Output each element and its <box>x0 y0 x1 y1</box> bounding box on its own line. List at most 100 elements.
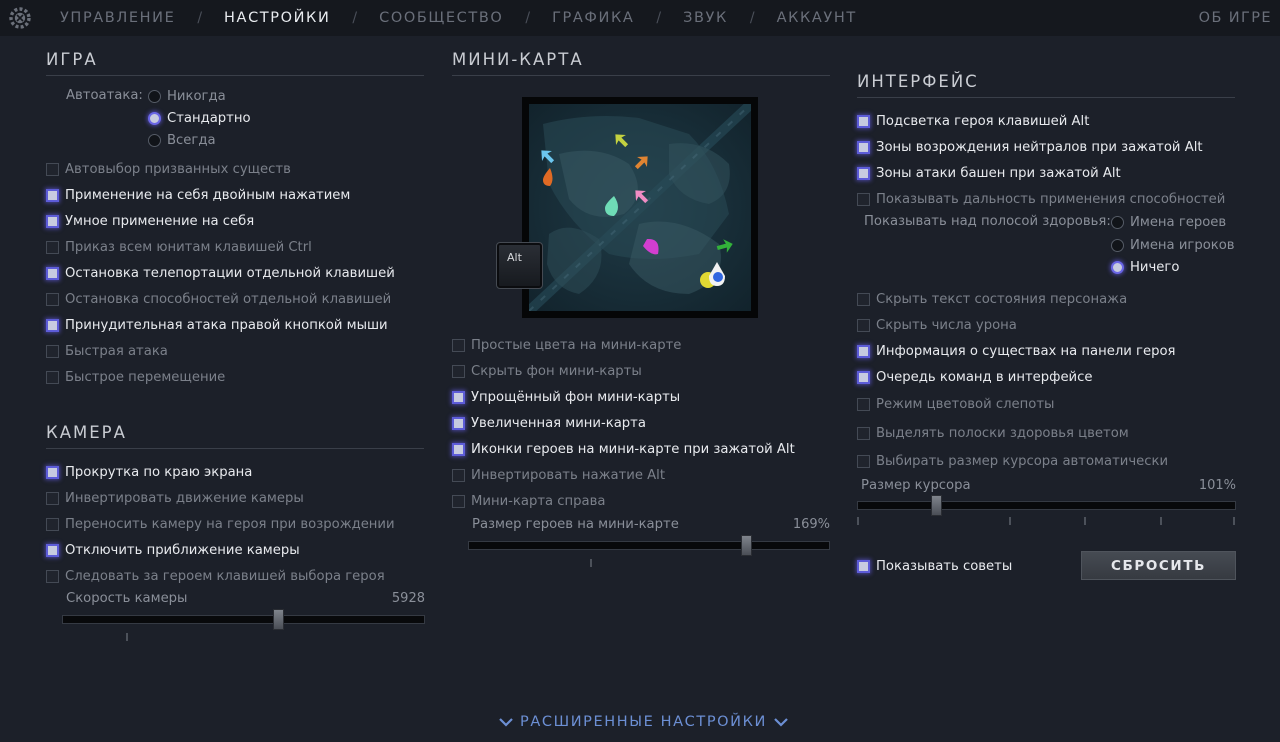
autoattack-option-always[interactable]: Всегда <box>148 131 216 149</box>
checkbox[interactable] <box>857 370 870 384</box>
tab-settings[interactable]: НАСТРОЙКИ <box>224 10 330 26</box>
checkbox-quick-attack[interactable]: Быстрая атака <box>46 341 168 361</box>
checkbox[interactable] <box>857 426 870 440</box>
slider-thumb[interactable] <box>273 609 284 630</box>
advanced-settings-toggle[interactable]: РАСШИРЕННЫЕ НАСТРОЙКИ <box>492 711 795 733</box>
checkbox-edge-pan[interactable]: Прокрутка по краю экрана <box>46 462 252 482</box>
checkbox-right-click-force-attack[interactable]: Принудительная атака правой кнопкой мыши <box>46 315 388 335</box>
checkbox[interactable] <box>46 465 59 479</box>
checkbox[interactable] <box>46 240 59 254</box>
checkbox-hide-damage-numbers[interactable]: Скрыть числа урона <box>857 315 1017 335</box>
checkbox-colored-health-bars[interactable]: Выделять полоски здоровья цветом <box>857 423 1129 443</box>
tab-controls[interactable]: УПРАВЛЕНИЕ <box>60 10 175 26</box>
checkbox[interactable] <box>46 266 59 280</box>
checkbox[interactable] <box>46 344 59 358</box>
hero-arrow-icon <box>615 134 629 148</box>
camera-speed-value: 5928 <box>391 591 425 606</box>
about-game-link[interactable]: ОБ ИГРЕ <box>1199 10 1272 26</box>
tab-separator: / <box>197 10 203 26</box>
checkbox[interactable] <box>452 494 465 508</box>
checkbox-channel-stop-key[interactable]: Остановка способностей отдельной клавише… <box>46 289 391 309</box>
checkbox[interactable] <box>857 344 870 358</box>
checkbox-extra-large-minimap[interactable]: Увеличенная мини-карта <box>452 413 646 433</box>
cursor-size-slider[interactable] <box>857 495 1236 516</box>
checkbox[interactable] <box>46 292 59 306</box>
checkbox[interactable] <box>452 416 465 430</box>
minimap-preview <box>522 97 758 318</box>
radio-button[interactable] <box>148 133 161 147</box>
dota-logo-icon[interactable] <box>8 6 32 30</box>
camera-speed-slider[interactable] <box>62 609 425 630</box>
checkbox[interactable] <box>857 318 870 332</box>
checkbox[interactable] <box>452 390 465 404</box>
reset-button[interactable]: СБРОСИТЬ <box>1081 551 1236 580</box>
radio-button[interactable] <box>148 89 161 103</box>
checkbox-tower-range-alt[interactable]: Зоны атаки башен при зажатой Alt <box>857 163 1121 183</box>
checkbox-simple-minimap-colors[interactable]: Простые цвета на мини-карте <box>452 335 681 355</box>
slider-thumb[interactable] <box>931 495 942 516</box>
checkbox[interactable] <box>46 188 59 202</box>
checkbox[interactable] <box>857 454 870 468</box>
checkbox-hero-highlight-alt[interactable]: Подсветка героя клавишей Alt <box>857 111 1089 131</box>
healthbar-option-nothing[interactable]: Ничего <box>1111 258 1179 276</box>
checkbox-neutral-spawn-boxes[interactable]: Зоны возрождения нейтралов при зажатой A… <box>857 137 1203 157</box>
checkbox-smart-self-cast[interactable]: Умное применение на себя <box>46 211 254 231</box>
tab-account[interactable]: АККАУНТ <box>777 10 857 26</box>
checkbox[interactable] <box>46 543 59 557</box>
checkbox-quick-move[interactable]: Быстрое перемещение <box>46 367 225 387</box>
checkbox[interactable] <box>857 292 870 306</box>
healthbar-option-player-names[interactable]: Имена игроков <box>1111 236 1235 254</box>
checkbox-auto-cursor-size[interactable]: Выбирать размер курсора автоматически <box>857 451 1168 471</box>
checkbox[interactable] <box>452 338 465 352</box>
checkbox[interactable] <box>452 364 465 378</box>
radio-button[interactable] <box>1111 238 1124 252</box>
autoattack-option-standard[interactable]: Стандартно <box>148 109 251 127</box>
checkbox-invert-alt[interactable]: Инвертировать нажатие Alt <box>452 465 665 485</box>
game-section-title: ИГРА <box>46 50 424 76</box>
checkbox-double-tap-self-cast[interactable]: Применение на себя двойным нажатием <box>46 185 350 205</box>
checkbox[interactable] <box>46 517 59 531</box>
checkbox[interactable] <box>857 140 870 154</box>
checkbox[interactable] <box>452 468 465 482</box>
checkbox-show-tips[interactable]: Показывать советы <box>857 556 1012 576</box>
checkbox[interactable] <box>46 370 59 384</box>
checkbox[interactable] <box>857 166 870 180</box>
radio-button[interactable] <box>1111 215 1124 229</box>
checkbox-camera-on-respawn[interactable]: Переносить камеру на героя при возрожден… <box>46 514 395 534</box>
checkbox[interactable] <box>46 214 59 228</box>
slider-thumb[interactable] <box>741 535 752 556</box>
tab-community[interactable]: СООБЩЕСТВО <box>379 10 503 26</box>
checkbox-minimap-hero-icons-alt[interactable]: Иконки героев на мини-карте при зажатой … <box>452 439 795 459</box>
checkbox-hide-status-text[interactable]: Скрыть текст состояния персонажа <box>857 289 1127 309</box>
checkbox-unit-info-panel[interactable]: Информация о существах на панели героя <box>857 341 1175 361</box>
checkbox[interactable] <box>46 162 59 176</box>
checkbox-teleport-stop-key[interactable]: Остановка телепортации отдельной клавише… <box>46 263 395 283</box>
slider-default-tick <box>126 633 128 641</box>
checkbox[interactable] <box>857 559 870 573</box>
checkbox-minimap-right[interactable]: Мини-карта справа <box>452 491 605 511</box>
checkbox-auto-select-summons[interactable]: Автовыбор призванных существ <box>46 159 291 179</box>
checkbox-simplified-minimap-background[interactable]: Упрощённый фон мини-карты <box>452 387 680 407</box>
checkbox[interactable] <box>857 114 870 128</box>
radio-button[interactable] <box>148 111 161 125</box>
checkbox[interactable] <box>46 318 59 332</box>
checkbox[interactable] <box>46 569 59 583</box>
checkbox[interactable] <box>46 491 59 505</box>
checkbox[interactable] <box>452 442 465 456</box>
checkbox-command-queue[interactable]: Очередь команд в интерфейсе <box>857 367 1093 387</box>
checkbox-follow-hero[interactable]: Следовать за героем клавишей выбора геро… <box>46 566 385 586</box>
checkbox-colorblind-mode[interactable]: Режим цветовой слепоты <box>857 394 1054 414</box>
checkbox[interactable] <box>857 397 870 411</box>
autoattack-option-never[interactable]: Никогда <box>148 87 226 105</box>
checkbox-ctrl-all-units[interactable]: Приказ всем юнитам клавишей Ctrl <box>46 237 312 257</box>
healthbar-option-hero-names[interactable]: Имена героев <box>1111 213 1226 231</box>
tab-graphics[interactable]: ГРАФИКА <box>552 10 634 26</box>
checkbox[interactable] <box>857 192 870 206</box>
radio-button[interactable] <box>1111 260 1124 274</box>
tab-sound[interactable]: ЗВУК <box>683 10 728 26</box>
hero-size-slider[interactable] <box>468 535 830 556</box>
checkbox-show-cast-range[interactable]: Показывать дальность применения способно… <box>857 189 1225 209</box>
checkbox-invert-camera[interactable]: Инвертировать движение камеры <box>46 488 304 508</box>
checkbox-disable-zoom[interactable]: Отключить приближение камеры <box>46 540 300 560</box>
checkbox-hide-minimap-background[interactable]: Скрыть фон мини-карты <box>452 361 642 381</box>
